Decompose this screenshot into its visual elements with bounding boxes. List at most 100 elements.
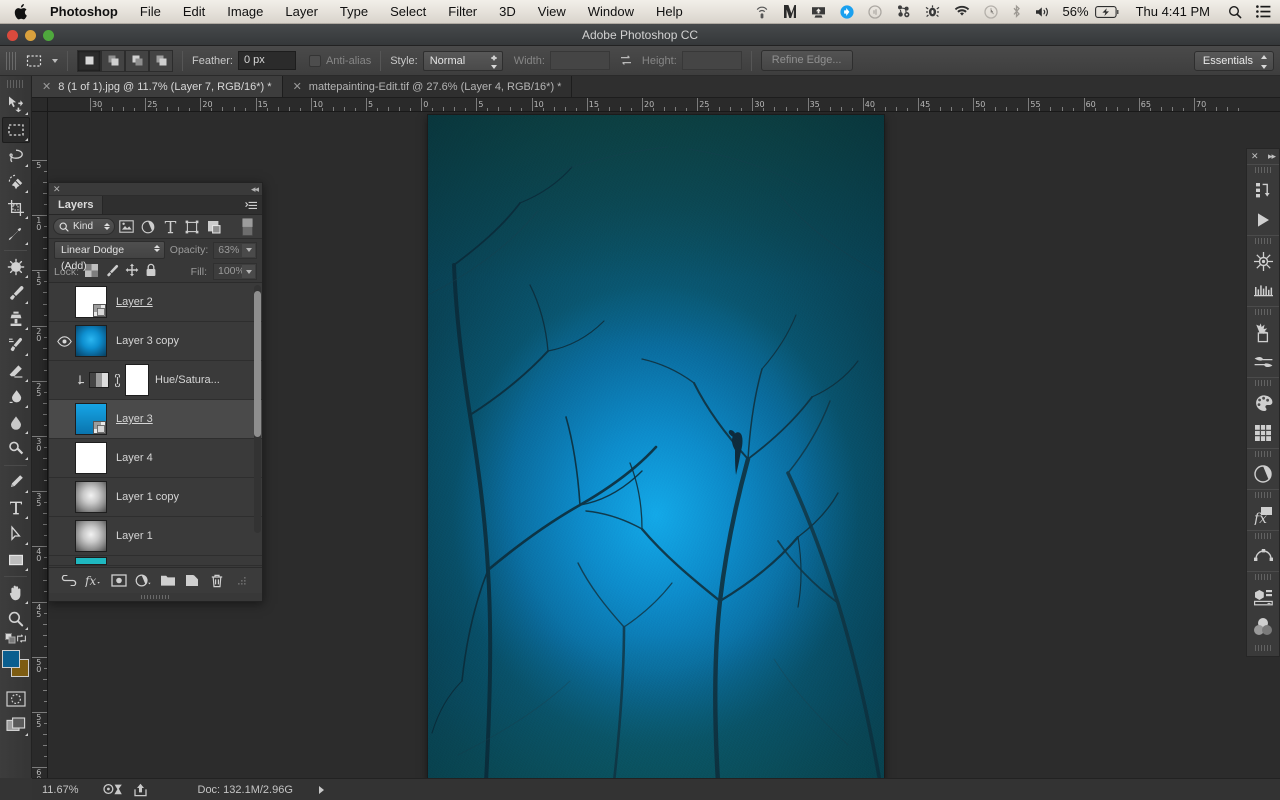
list-item[interactable]: Layer 3 copy xyxy=(116,335,179,347)
scrollbar-thumb[interactable] xyxy=(254,291,261,437)
menu-image[interactable]: Image xyxy=(216,0,274,24)
zoom-level[interactable]: 11.67% xyxy=(42,784,79,796)
sound-mute-icon[interactable] xyxy=(861,4,889,19)
tool-preset-chevron-icon[interactable] xyxy=(52,58,58,63)
brush-panel-icon[interactable] xyxy=(1248,317,1278,347)
new-selection-button[interactable] xyxy=(77,49,101,72)
menu-filter[interactable]: Filter xyxy=(437,0,488,24)
close-tab-icon[interactable]: ✕ xyxy=(293,80,302,93)
dropbox-icon[interactable] xyxy=(833,4,861,19)
layer-thumbnail[interactable] xyxy=(75,286,107,318)
foreground-color-swatch[interactable] xyxy=(1,650,20,668)
panel-resize-grip[interactable] xyxy=(232,571,251,590)
anti-alias-checkbox[interactable] xyxy=(308,54,321,67)
list-item[interactable]: Layer 1 copy xyxy=(116,491,179,503)
quick-selection-tool-icon[interactable] xyxy=(2,169,30,195)
height-input[interactable] xyxy=(681,51,742,70)
options-bar-grip[interactable] xyxy=(6,51,16,70)
timemachine-icon[interactable] xyxy=(977,4,1005,19)
table-row[interactable]: Layer 1 copy xyxy=(49,478,262,517)
move-tool-icon[interactable] xyxy=(2,91,30,117)
refine-edge-button[interactable]: Refine Edge... xyxy=(760,50,853,71)
layers-panel-titlebar[interactable]: ✕ ◂◂ xyxy=(49,183,262,196)
add-to-selection-button[interactable] xyxy=(101,49,125,72)
apple-logo-icon[interactable] xyxy=(0,3,39,20)
blend-mode-select[interactable]: Linear Dodge (Add) xyxy=(54,241,165,272)
rectangle-tool-icon[interactable] xyxy=(2,547,30,573)
dock-grip[interactable] xyxy=(1255,451,1271,457)
table-row[interactable]: Hue/Satura... xyxy=(49,361,262,400)
close-window-button[interactable] xyxy=(7,30,18,41)
properties-panel-icon[interactable] xyxy=(1248,582,1278,612)
menu-3d[interactable]: 3D xyxy=(488,0,527,24)
intersect-selection-button[interactable] xyxy=(149,49,173,72)
menu-app-name[interactable]: Photoshop xyxy=(39,0,129,24)
lasso-tool-icon[interactable] xyxy=(2,143,30,169)
layer-thumbnail[interactable] xyxy=(75,442,107,474)
doc-info[interactable]: Doc: 132.1M/2.96G xyxy=(198,784,293,796)
layer-thumbnail[interactable] xyxy=(75,520,107,552)
lock-transparent-pixels-icon[interactable] xyxy=(85,263,99,280)
filter-toggle-icon[interactable] xyxy=(236,217,258,237)
menu-help[interactable]: Help xyxy=(645,0,694,24)
channels-panel-icon[interactable] xyxy=(1248,612,1278,642)
paths-panel-icon[interactable] xyxy=(1248,541,1278,571)
zoom-tool-icon[interactable] xyxy=(2,606,30,632)
styles-panel-icon[interactable]: fx xyxy=(1248,500,1278,530)
dock-grip[interactable] xyxy=(1255,309,1271,315)
layers-scrollbar[interactable] xyxy=(254,285,261,533)
tab-layers[interactable]: Layers xyxy=(49,196,104,214)
blur-tool-icon[interactable] xyxy=(2,410,30,436)
lock-all-icon[interactable] xyxy=(145,263,157,280)
add-layer-style-icon[interactable]: fx xyxy=(84,571,103,590)
filter-shape-icon[interactable] xyxy=(181,217,203,237)
adjustment-thumbnail[interactable] xyxy=(89,372,109,388)
hand-tool-icon[interactable] xyxy=(2,580,30,606)
history-brush-tool-icon[interactable] xyxy=(2,332,30,358)
bluetooth-icon[interactable] xyxy=(1005,4,1028,19)
crop-tool-icon[interactable] xyxy=(2,195,30,221)
adobe-cc-icon[interactable] xyxy=(776,4,804,19)
eyedropper-tool-icon[interactable] xyxy=(2,221,30,247)
layer-thumbnail[interactable] xyxy=(75,481,107,513)
menu-view[interactable]: View xyxy=(527,0,577,24)
horizontal-ruler[interactable]: 30 25 20 15 10 5 0 5 10 15 20 25 30 35 40 45 50 55 60 65 70 xyxy=(48,98,1280,112)
new-layer-icon[interactable] xyxy=(183,571,202,590)
dock-grip[interactable] xyxy=(1255,238,1271,244)
status-popup-arrow-icon[interactable] xyxy=(318,785,324,794)
table-row[interactable]: Layer 4 xyxy=(49,439,262,478)
sync-icon[interactable] xyxy=(889,4,918,19)
layer-thumbnail[interactable] xyxy=(75,403,107,435)
dodge-tool-icon[interactable] xyxy=(2,436,30,462)
list-item[interactable]: Layer 1 xyxy=(116,530,153,542)
list-item[interactable]: Layer 3 xyxy=(116,413,153,425)
adjustments-panel-icon[interactable] xyxy=(1248,459,1278,489)
delete-layer-icon[interactable] xyxy=(208,571,227,590)
zoom-window-button[interactable] xyxy=(43,30,54,41)
bug-icon[interactable] xyxy=(918,4,947,19)
default-colors-icon[interactable] xyxy=(4,631,16,649)
swatches-panel-icon[interactable] xyxy=(1248,418,1278,448)
list-item[interactable]: Hue/Satura... xyxy=(155,374,220,386)
filter-adjustment-icon[interactable] xyxy=(137,217,159,237)
swap-colors-icon[interactable] xyxy=(16,631,27,649)
panel-bottom-grip[interactable] xyxy=(49,593,262,601)
clone-stamp-tool-icon[interactable] xyxy=(2,306,30,332)
lock-position-icon[interactable] xyxy=(125,263,139,280)
subtract-from-selection-button[interactable] xyxy=(125,49,149,72)
rectangular-marquee-icon[interactable] xyxy=(21,50,47,72)
filter-type-icon[interactable] xyxy=(159,217,181,237)
screen-mode-icon[interactable] xyxy=(2,712,30,738)
layer-mask-thumbnail[interactable] xyxy=(125,364,149,396)
new-adjustment-layer-icon[interactable] xyxy=(134,571,153,590)
document-tab-2[interactable]: ✕ mattepainting-Edit.tif @ 27.6% (Layer … xyxy=(282,76,573,97)
menu-file[interactable]: File xyxy=(129,0,172,24)
filter-pixel-icon[interactable] xyxy=(115,217,137,237)
fill-dropdown-icon[interactable] xyxy=(242,265,255,278)
menu-type[interactable]: Type xyxy=(329,0,379,24)
wifi-icon[interactable] xyxy=(947,5,977,18)
table-row[interactable]: Layer 3 xyxy=(49,400,262,439)
path-selection-tool-icon[interactable] xyxy=(2,521,30,547)
history-panel-icon[interactable] xyxy=(1248,175,1278,205)
feather-input[interactable]: 0 px xyxy=(237,51,296,70)
